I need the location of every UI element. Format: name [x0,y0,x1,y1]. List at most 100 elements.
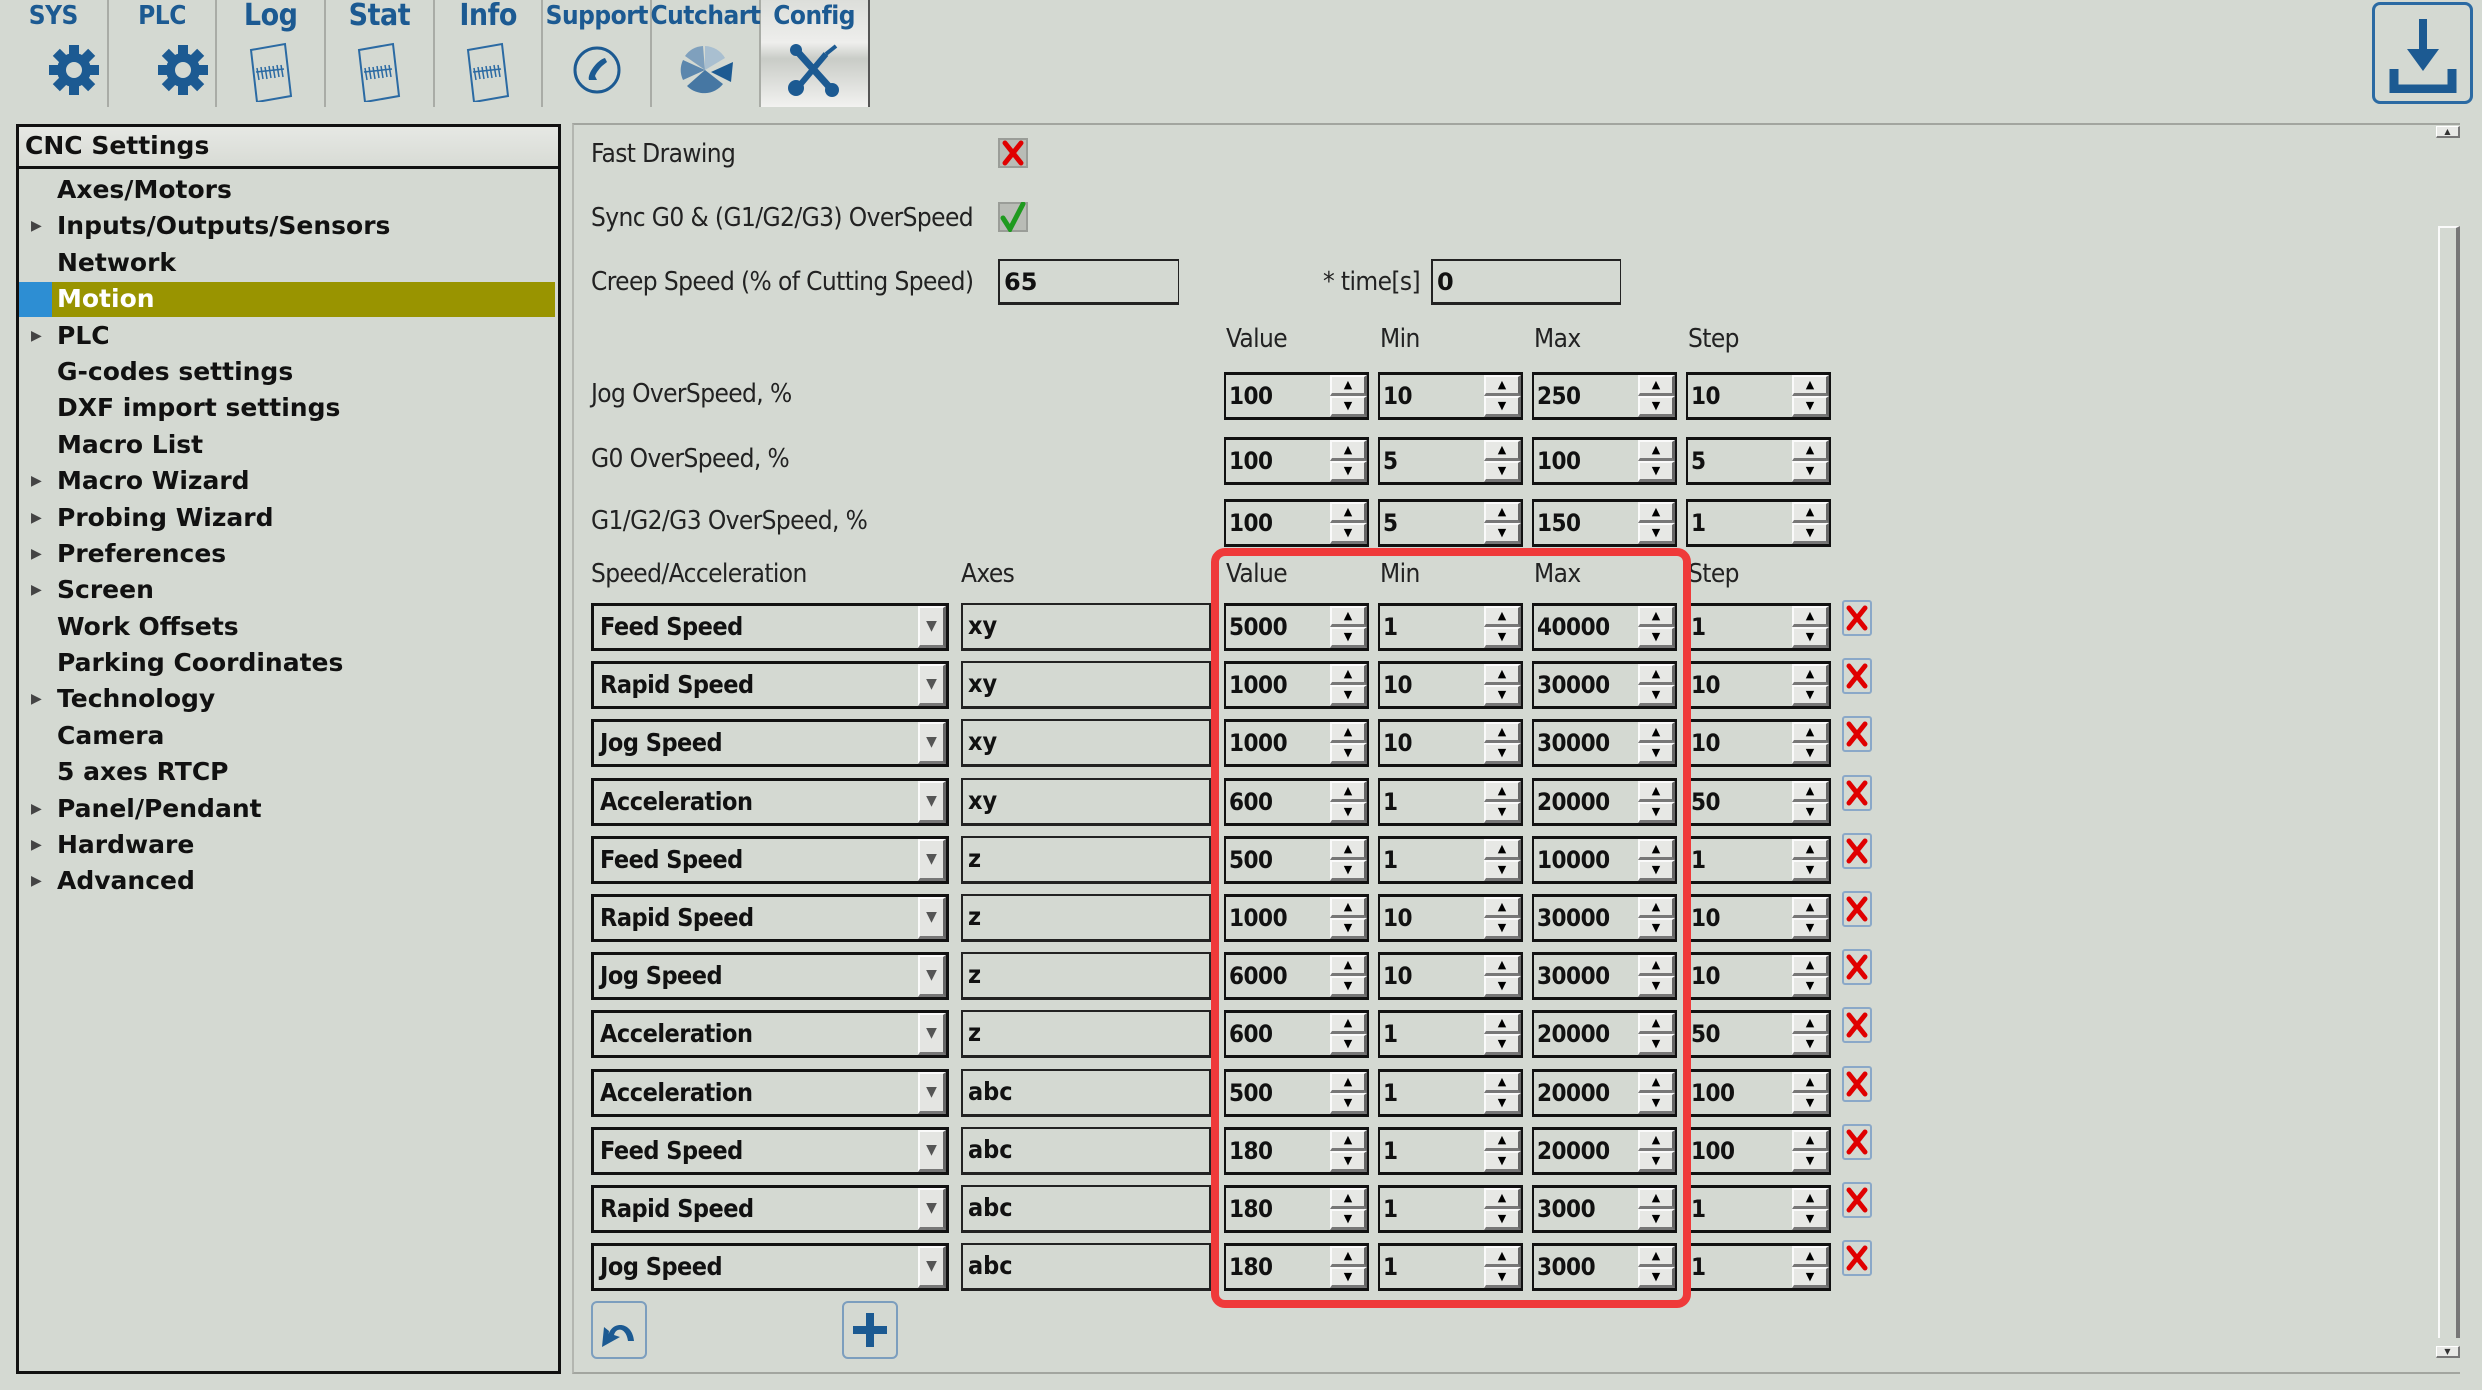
spin-up-button[interactable]: ▲ [1792,502,1829,523]
sync-overspeed-checkbox[interactable] [998,202,1028,232]
delete-row-button[interactable] [1842,1240,1872,1277]
tree-item-camera[interactable]: Camera [19,718,558,754]
delete-row-button[interactable] [1842,658,1872,695]
spin-down-button[interactable]: ▼ [1484,685,1521,707]
spin-up-button[interactable]: ▲ [1330,897,1367,918]
tree-item-5-axes-rtcp[interactable]: 5 axes RTCP [19,754,558,790]
row-max-spinbox[interactable]: 20000 ▲ ▼ [1532,1010,1677,1059]
tree-item-axes-motors[interactable]: Axes/Motors [19,172,558,208]
tree-item-motion[interactable]: Motion [19,281,558,318]
spin-up-button[interactable]: ▲ [1638,722,1675,744]
speed-type-dropdown[interactable]: Rapid Speed ▼ [591,1185,949,1233]
spin-up-button[interactable]: ▲ [1484,502,1521,523]
axes-input[interactable]: abc [961,1185,1211,1233]
spin-down-button[interactable]: ▼ [1484,743,1521,765]
spin-up-button[interactable]: ▲ [1330,780,1367,802]
chevron-down-icon[interactable]: ▼ [918,606,946,648]
row-min-spinbox[interactable]: 10 ▲ ▼ [1378,952,1523,1001]
spin-down-button[interactable]: ▼ [1484,1092,1521,1114]
overspeed-min-spinbox[interactable]: 5 ▲ ▼ [1378,499,1523,547]
spin-down-button[interactable]: ▼ [1638,627,1675,648]
spin-down-button[interactable]: ▼ [1792,523,1829,544]
overspeed-value-spinbox[interactable]: 100 ▲ ▼ [1224,372,1369,420]
row-step-spinbox[interactable]: 10 ▲ ▼ [1686,661,1831,710]
row-min-spinbox[interactable]: 10 ▲ ▼ [1378,894,1523,942]
chevron-down-icon[interactable]: ▼ [918,1129,946,1172]
spin-down-button[interactable]: ▼ [1792,685,1829,707]
scroll-up-button[interactable]: ▲ [2436,126,2460,138]
row-min-spinbox[interactable]: 1 ▲ ▼ [1378,835,1523,884]
spin-up-button[interactable]: ▲ [1638,440,1675,461]
chevron-down-icon[interactable]: ▼ [918,1013,946,1056]
chevron-down-icon[interactable]: ▼ [918,897,946,939]
expand-arrow-icon[interactable]: ▶ [31,791,45,827]
row-step-spinbox[interactable]: 1 ▲ ▼ [1686,1243,1831,1292]
row-value-spinbox[interactable]: 1000 ▲ ▼ [1224,661,1369,710]
chevron-down-icon[interactable]: ▼ [918,722,946,765]
spin-up-button[interactable]: ▲ [1330,664,1367,686]
overspeed-value-spinbox[interactable]: 100 ▲ ▼ [1224,499,1369,547]
spin-up-button[interactable]: ▲ [1792,606,1829,627]
tree-item-preferences[interactable]: ▶ Preferences [19,536,558,572]
spin-down-button[interactable]: ▼ [1638,1034,1675,1056]
row-step-spinbox[interactable]: 1 ▲ ▼ [1686,1185,1831,1233]
spin-down-button[interactable]: ▼ [1330,396,1367,417]
creep-time-input[interactable]: 0 [1431,259,1621,305]
spin-up-button[interactable]: ▲ [1484,838,1521,860]
spin-up-button[interactable]: ▲ [1792,1246,1829,1268]
spin-down-button[interactable]: ▼ [1638,1267,1675,1289]
spin-down-button[interactable]: ▼ [1638,396,1675,417]
tree-item-network[interactable]: Network [19,245,558,281]
tree-item-panel-pendant[interactable]: ▶ Panel/Pendant [19,791,558,827]
spin-down-button[interactable]: ▼ [1330,859,1367,881]
spin-up-button[interactable]: ▲ [1638,606,1675,627]
spin-up-button[interactable]: ▲ [1792,1129,1829,1151]
tree-item-advanced[interactable]: ▶ Advanced [19,863,558,899]
row-step-spinbox[interactable]: 10 ▲ ▼ [1686,719,1831,768]
spin-up-button[interactable]: ▲ [1638,780,1675,802]
spin-up-button[interactable]: ▲ [1638,1129,1675,1151]
row-step-spinbox[interactable]: 50 ▲ ▼ [1686,777,1831,826]
spin-up-button[interactable]: ▲ [1638,1246,1675,1268]
creep-speed-input[interactable]: 65 [998,259,1179,305]
spin-down-button[interactable]: ▼ [1638,801,1675,823]
spin-up-button[interactable]: ▲ [1638,1013,1675,1035]
spin-up-button[interactable]: ▲ [1792,1071,1829,1093]
speed-type-dropdown[interactable]: Jog Speed ▼ [591,719,949,768]
scrollbar-thumb[interactable] [2438,226,2460,1338]
speed-type-dropdown[interactable]: Feed Speed ▼ [591,603,949,651]
spin-up-button[interactable]: ▲ [1638,838,1675,860]
tab-info[interactable]: Info [435,0,544,107]
spin-down-button[interactable]: ▼ [1330,1092,1367,1114]
row-min-spinbox[interactable]: 1 ▲ ▼ [1378,1126,1523,1175]
tab-sys[interactable]: SYS [0,0,109,107]
row-value-spinbox[interactable]: 600 ▲ ▼ [1224,1010,1369,1059]
spin-up-button[interactable]: ▲ [1330,1188,1367,1209]
spin-down-button[interactable]: ▼ [1792,1092,1829,1114]
tree-item-plc[interactable]: ▶ PLC [19,318,558,354]
spin-up-button[interactable]: ▲ [1792,440,1829,461]
row-step-spinbox[interactable]: 1 ▲ ▼ [1686,835,1831,884]
row-step-spinbox[interactable]: 100 ▲ ▼ [1686,1126,1831,1175]
expand-arrow-icon[interactable]: ▶ [31,863,45,899]
spin-up-button[interactable]: ▲ [1484,440,1521,461]
speed-type-dropdown[interactable]: Feed Speed ▼ [591,1126,949,1175]
spin-down-button[interactable]: ▼ [1484,523,1521,544]
delete-row-button[interactable] [1842,1182,1872,1218]
spin-down-button[interactable]: ▼ [1792,1209,1829,1230]
tree-item-technology[interactable]: ▶ Technology [19,681,558,717]
spin-down-button[interactable]: ▼ [1638,976,1675,998]
spin-down-button[interactable]: ▼ [1792,627,1829,648]
spin-down-button[interactable]: ▼ [1330,1267,1367,1289]
spin-up-button[interactable]: ▲ [1484,664,1521,686]
axes-input[interactable]: z [961,894,1211,942]
tab-support[interactable]: Support [543,0,653,107]
tree-item-macro-list[interactable]: Macro List [19,427,558,463]
overspeed-step-spinbox[interactable]: 5 ▲ ▼ [1686,437,1831,485]
axes-input[interactable]: xy [961,719,1211,768]
spin-up-button[interactable]: ▲ [1792,955,1829,977]
spin-up-button[interactable]: ▲ [1484,375,1521,396]
spin-up-button[interactable]: ▲ [1792,722,1829,744]
spin-up-button[interactable]: ▲ [1638,502,1675,523]
spin-up-button[interactable]: ▲ [1330,606,1367,627]
